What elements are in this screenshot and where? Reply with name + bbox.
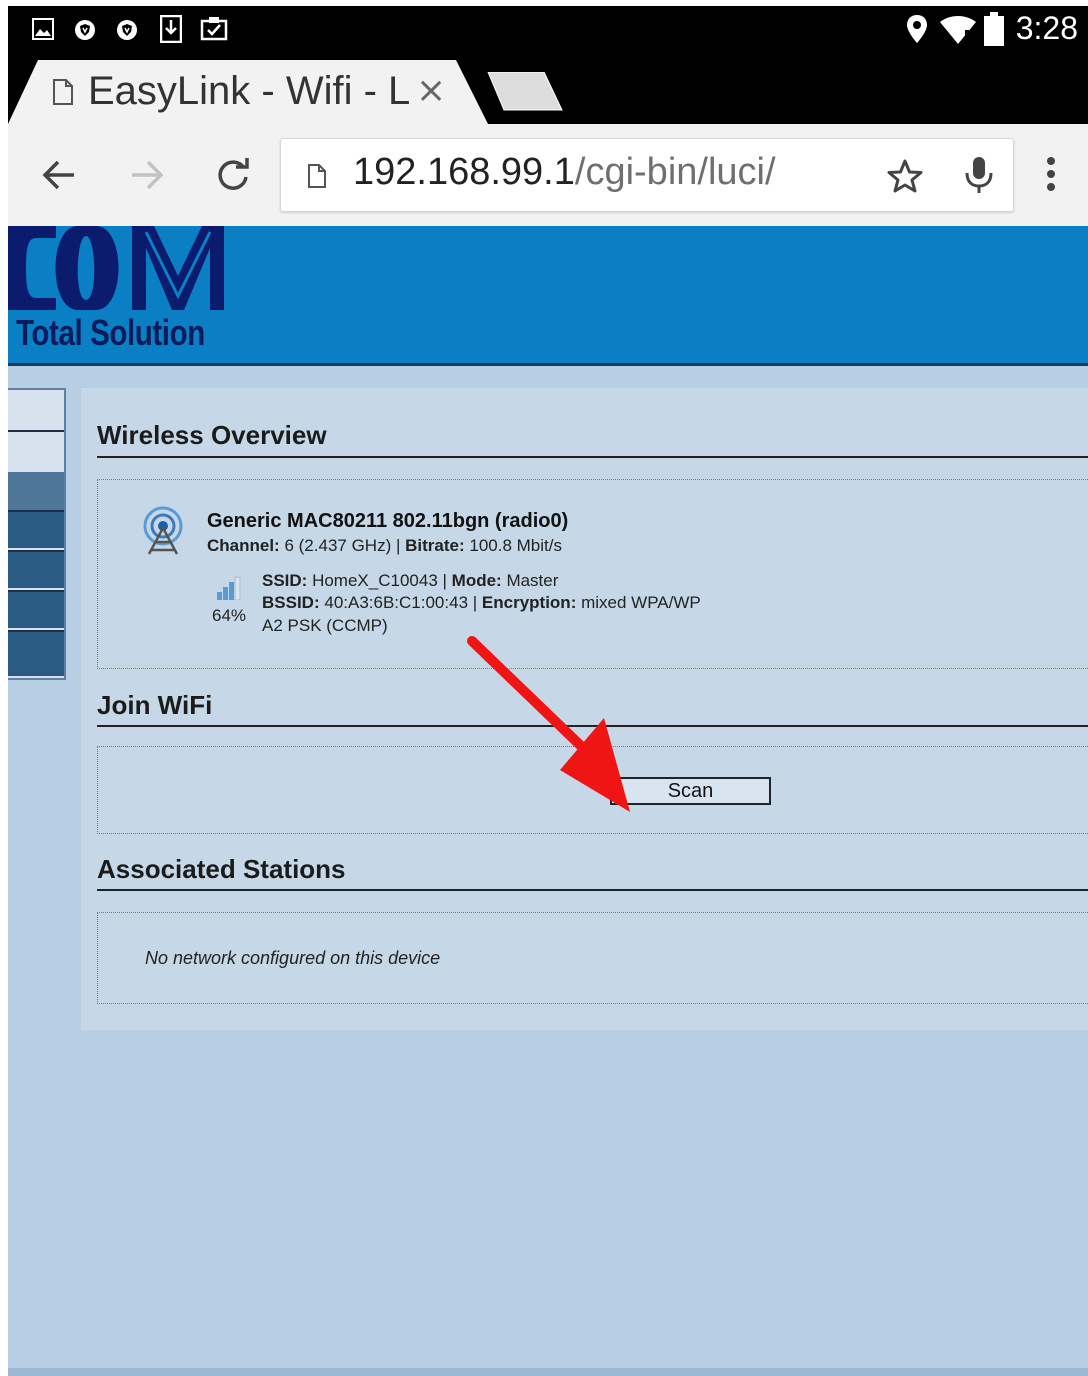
- network-bssid-line: BSSID: 40:A3:6B:C1:00:43 | Encryption: m…: [262, 593, 701, 612]
- url-path: /cgi-bin/luci/: [574, 151, 776, 193]
- battery-icon: [984, 12, 1004, 46]
- sidebar-item-active[interactable]: [8, 472, 64, 510]
- section-title-associated-stations: Associated Stations: [97, 854, 346, 884]
- gallery-icon: [32, 18, 54, 40]
- scan-button[interactable]: Scan: [610, 777, 771, 805]
- clipboard-icon: [200, 17, 228, 41]
- signal-strength-icon: [217, 576, 241, 600]
- url-text[interactable]: 192.168.99.1/cgi-bin/luci/: [353, 151, 776, 194]
- sidebar-item[interactable]: [8, 510, 64, 548]
- sidebar-item[interactable]: [8, 630, 64, 676]
- address-bar[interactable]: 192.168.99.1/cgi-bin/luci/: [280, 138, 1014, 212]
- sidebar-item[interactable]: [8, 434, 64, 472]
- clock: 3:28: [1015, 10, 1078, 46]
- section-divider: [97, 889, 1088, 891]
- section-title-wireless-overview: Wireless Overview: [97, 420, 327, 450]
- location-pin-icon: [907, 15, 927, 43]
- signal-percent: 64%: [212, 606, 247, 625]
- sidebar-item[interactable]: [8, 590, 64, 628]
- section-divider: [97, 456, 1088, 458]
- download-icon: [160, 15, 182, 43]
- sidebar-item[interactable]: [8, 550, 64, 588]
- radio-info: Channel: 6 (2.437 GHz) | Bitrate: 100.8 …: [207, 536, 562, 555]
- section-divider: [97, 725, 1088, 727]
- microphone-icon[interactable]: [963, 155, 995, 195]
- sidebar-menu: [8, 388, 66, 680]
- forward-arrow-icon[interactable]: [130, 160, 164, 190]
- browser-toolbar: 192.168.99.1/cgi-bin/luci/: [8, 124, 1088, 226]
- network-encryption-cont: A2 PSK (CCMP): [262, 616, 388, 635]
- main-content: Wireless Overview Generic MAC80211 802.1…: [81, 388, 1088, 1030]
- menu-kebab-icon[interactable]: [1044, 156, 1058, 192]
- wifi-icon: [940, 16, 976, 44]
- radio-antenna-icon: [143, 506, 183, 555]
- star-icon[interactable]: [887, 159, 923, 193]
- new-tab-button[interactable]: [474, 72, 564, 112]
- join-wifi-box: [97, 746, 1088, 834]
- back-arrow-icon[interactable]: [42, 160, 76, 190]
- tab-strip: EasyLink - Wifi - L ×: [8, 60, 1088, 124]
- shield-icon: [75, 20, 95, 40]
- empty-message: No network configured on this device: [145, 948, 441, 968]
- section-title-join-wifi: Join WiFi: [97, 690, 213, 720]
- page-bottom-edge: [8, 1368, 1088, 1376]
- brand-logo: [8, 226, 224, 310]
- wireless-overview-box: [97, 479, 1088, 669]
- url-host: 192.168.99.1: [353, 151, 575, 193]
- sidebar-item[interactable]: [8, 390, 64, 432]
- shield-icon: [117, 20, 137, 40]
- status-bar: 3:28: [8, 6, 1088, 60]
- page-info-icon[interactable]: [307, 163, 327, 189]
- network-ssid-line: SSID: HomeX_C10043 | Mode: Master: [262, 571, 559, 590]
- page-header: Total Solution: [8, 226, 1088, 366]
- tab-close-button[interactable]: ×: [416, 70, 446, 111]
- tab-title: EasyLink - Wifi - L: [88, 69, 411, 113]
- reload-icon[interactable]: [216, 158, 250, 192]
- web-page: Total Solution Wireless Overview Generic…: [8, 226, 1088, 1376]
- logo-tagline: Total Solution: [16, 312, 205, 353]
- page-icon: [53, 79, 73, 105]
- radio-name: Generic MAC80211 802.11bgn (radio0): [207, 510, 569, 532]
